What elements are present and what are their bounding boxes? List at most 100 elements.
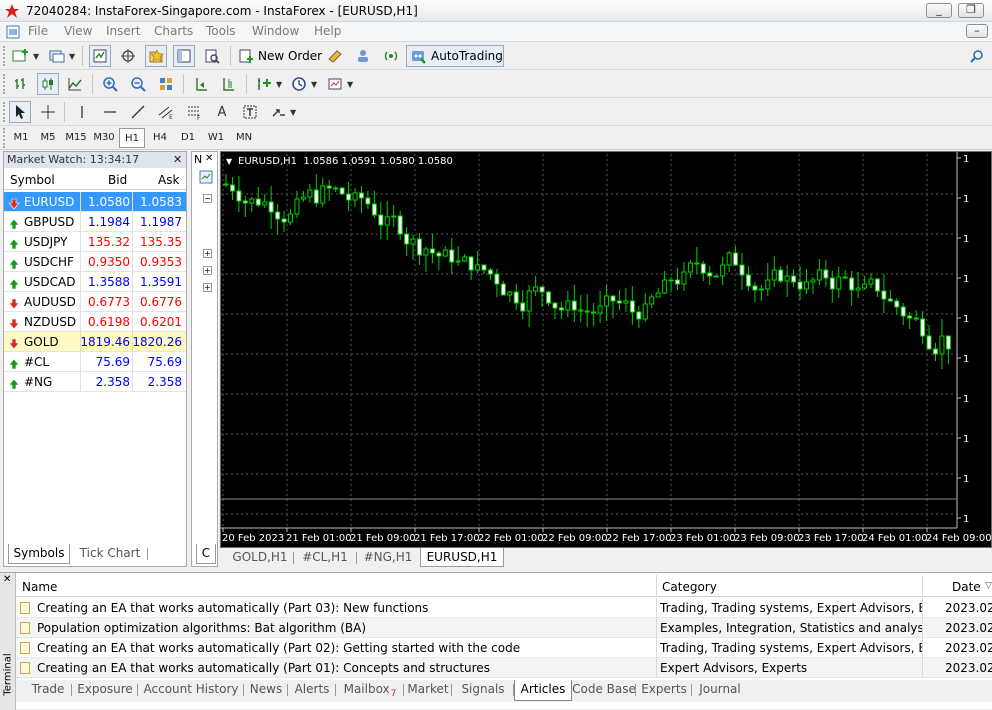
periods-icon[interactable] [288, 73, 310, 95]
child-minimize-button[interactable]: – [966, 24, 988, 38]
market-watch-row[interactable]: EURUSD 1.0580 1.0583 [4, 192, 186, 212]
new-chart-icon[interactable] [10, 45, 32, 67]
zoom-out-icon[interactable] [127, 73, 149, 95]
zoom-in-icon[interactable] [99, 73, 121, 95]
fibonacci-icon[interactable]: F [183, 101, 205, 123]
chart-shift-icon[interactable] [218, 73, 240, 95]
navigator-root-icon[interactable] [199, 170, 213, 184]
community-icon[interactable] [352, 45, 374, 67]
indicators-icon[interactable] [253, 73, 275, 95]
tree-expand-icon[interactable]: + [203, 266, 212, 275]
menu-tools[interactable]: Tools [206, 24, 236, 38]
col-symbol[interactable]: Symbol [10, 173, 55, 187]
terminal-tab-journal[interactable]: Journal [692, 680, 748, 701]
menu-help[interactable]: Help [314, 24, 341, 38]
market-watch-row[interactable]: USDJPY 135.32 135.35 [4, 232, 186, 252]
market-watch-row[interactable]: GOLD 1819.46 1820.26 [4, 332, 186, 352]
chart-tab-ng[interactable]: #NG,H1 [359, 548, 417, 567]
chart-tab-cl[interactable]: #CL,H1 [296, 548, 354, 567]
chart-canvas[interactable]: 111111111120 Feb 2023 21 Feb 01:0021 Feb … [221, 152, 991, 547]
terminal-tab-market[interactable]: Market [404, 680, 452, 701]
article-row[interactable]: Creating an EA that works automatically … [16, 638, 992, 658]
terminal-tab-mailbox[interactable]: Mailbox7 [336, 680, 404, 701]
market-watch-row[interactable]: #CL 75.69 75.69 [4, 352, 186, 372]
profiles-icon[interactable] [46, 45, 68, 67]
close-icon[interactable]: ✕ [173, 153, 182, 166]
menu-charts[interactable]: Charts [154, 24, 193, 38]
article-row[interactable]: Creating an EA that works automatically … [16, 598, 992, 618]
timeframe-h4[interactable]: H4 [147, 128, 173, 148]
price-chart[interactable]: 1 1 1 1 1 1 1 1 1 1 20 Feb 2023 21 Feb 01:00 21 Feb … [220, 151, 992, 548]
terminal-tab-articles[interactable]: Articles [514, 680, 572, 701]
candlestick-chart-icon[interactable] [37, 73, 59, 95]
tree-collapse-icon[interactable]: − [203, 194, 212, 203]
crosshair-icon[interactable] [37, 101, 59, 123]
timeframe-m30[interactable]: M30 [91, 128, 117, 148]
col-ask[interactable]: Ask [158, 173, 179, 187]
menu-window[interactable]: Window [252, 24, 299, 38]
text-label-icon[interactable] [239, 101, 261, 123]
templates-icon[interactable] [324, 73, 346, 95]
timeframe-mn[interactable]: MN [231, 128, 257, 148]
terminal-tab-news[interactable]: News [244, 680, 288, 701]
terminal-tab-alerts[interactable]: Alerts [288, 680, 336, 701]
navigator-tab[interactable]: C [196, 544, 216, 564]
col-bid[interactable]: Bid [108, 173, 127, 187]
search-icon[interactable] [966, 45, 988, 67]
metaeditor-icon[interactable] [324, 45, 346, 67]
text-icon[interactable]: A [211, 101, 233, 123]
restore-button[interactable]: ❐ [958, 3, 984, 18]
bar-chart-icon[interactable] [10, 73, 32, 95]
arrows-icon[interactable] [267, 101, 289, 123]
menu-insert[interactable]: Insert [106, 24, 140, 38]
terminal-close-icon[interactable]: ✕ [3, 574, 11, 585]
timeframe-m1[interactable]: M1 [8, 128, 34, 148]
terminal-tab-trade[interactable]: Trade [24, 680, 72, 701]
equidistant-channel-icon[interactable]: E [155, 101, 177, 123]
market-watch-icon[interactable] [89, 45, 111, 67]
terminal-tab-code-base[interactable]: Code Base [572, 680, 636, 701]
timeframe-d1[interactable]: D1 [175, 128, 201, 148]
line-chart-icon[interactable] [64, 73, 86, 95]
article-row[interactable]: Creating an EA that works automatically … [16, 658, 992, 678]
new-order-button[interactable]: New Order [236, 45, 322, 67]
market-watch-row[interactable]: NZDUSD 0.6198 0.6201 [4, 312, 186, 332]
terminal-tab-signals[interactable]: Signals [452, 680, 514, 701]
terminal-tab-account-history[interactable]: Account History [138, 680, 244, 701]
strategy-tester-icon[interactable] [201, 45, 223, 67]
tile-windows-icon[interactable] [155, 73, 177, 95]
navigator-icon[interactable] [145, 45, 167, 67]
signals-icon[interactable] [380, 45, 402, 67]
chart-tab-eurusd[interactable]: EURUSD,H1 [420, 548, 504, 567]
cursor-icon[interactable] [9, 101, 31, 123]
tree-expand-icon[interactable]: + [203, 249, 212, 258]
article-row[interactable]: Population optimization algorithms: Bat … [16, 618, 992, 638]
auto-scroll-icon[interactable] [190, 73, 212, 95]
vertical-line-icon[interactable] [71, 101, 93, 123]
terminal-tab-exposure[interactable]: Exposure [72, 680, 138, 701]
market-watch-row[interactable]: #NG 2.358 2.358 [4, 372, 186, 392]
chart-dropdown-icon[interactable]: ▼ [226, 157, 232, 166]
navigator-close-icon[interactable]: ✕ [205, 153, 213, 164]
col-date[interactable]: Date [952, 580, 981, 594]
auto-trading-button[interactable]: AutoTrading [406, 45, 504, 67]
timeframe-m5[interactable]: M5 [35, 128, 61, 148]
timeframe-m15[interactable]: M15 [63, 128, 89, 148]
col-name[interactable]: Name [22, 580, 57, 594]
minimize-button[interactable]: _ [926, 3, 952, 18]
menu-file[interactable]: File [28, 24, 48, 38]
terminal-tab-experts[interactable]: Experts [636, 680, 692, 701]
market-watch-row[interactable]: GBPUSD 1.1984 1.1987 [4, 212, 186, 232]
menu-view[interactable]: View [64, 24, 92, 38]
chart-tab-gold[interactable]: GOLD,H1 [228, 548, 292, 567]
trendline-icon[interactable] [127, 101, 149, 123]
horizontal-line-icon[interactable] [99, 101, 121, 123]
tab-tick-chart[interactable]: Tick Chart [76, 544, 144, 564]
timeframe-w1[interactable]: W1 [203, 128, 229, 148]
market-watch-row[interactable]: AUDUSD 0.6773 0.6776 [4, 292, 186, 312]
market-watch-row[interactable]: USDCAD 1.3588 1.3591 [4, 272, 186, 292]
tree-expand-icon[interactable]: + [203, 283, 212, 292]
col-category[interactable]: Category [662, 580, 717, 594]
terminal-icon[interactable] [173, 45, 195, 67]
tab-symbols[interactable]: Symbols [8, 544, 70, 564]
